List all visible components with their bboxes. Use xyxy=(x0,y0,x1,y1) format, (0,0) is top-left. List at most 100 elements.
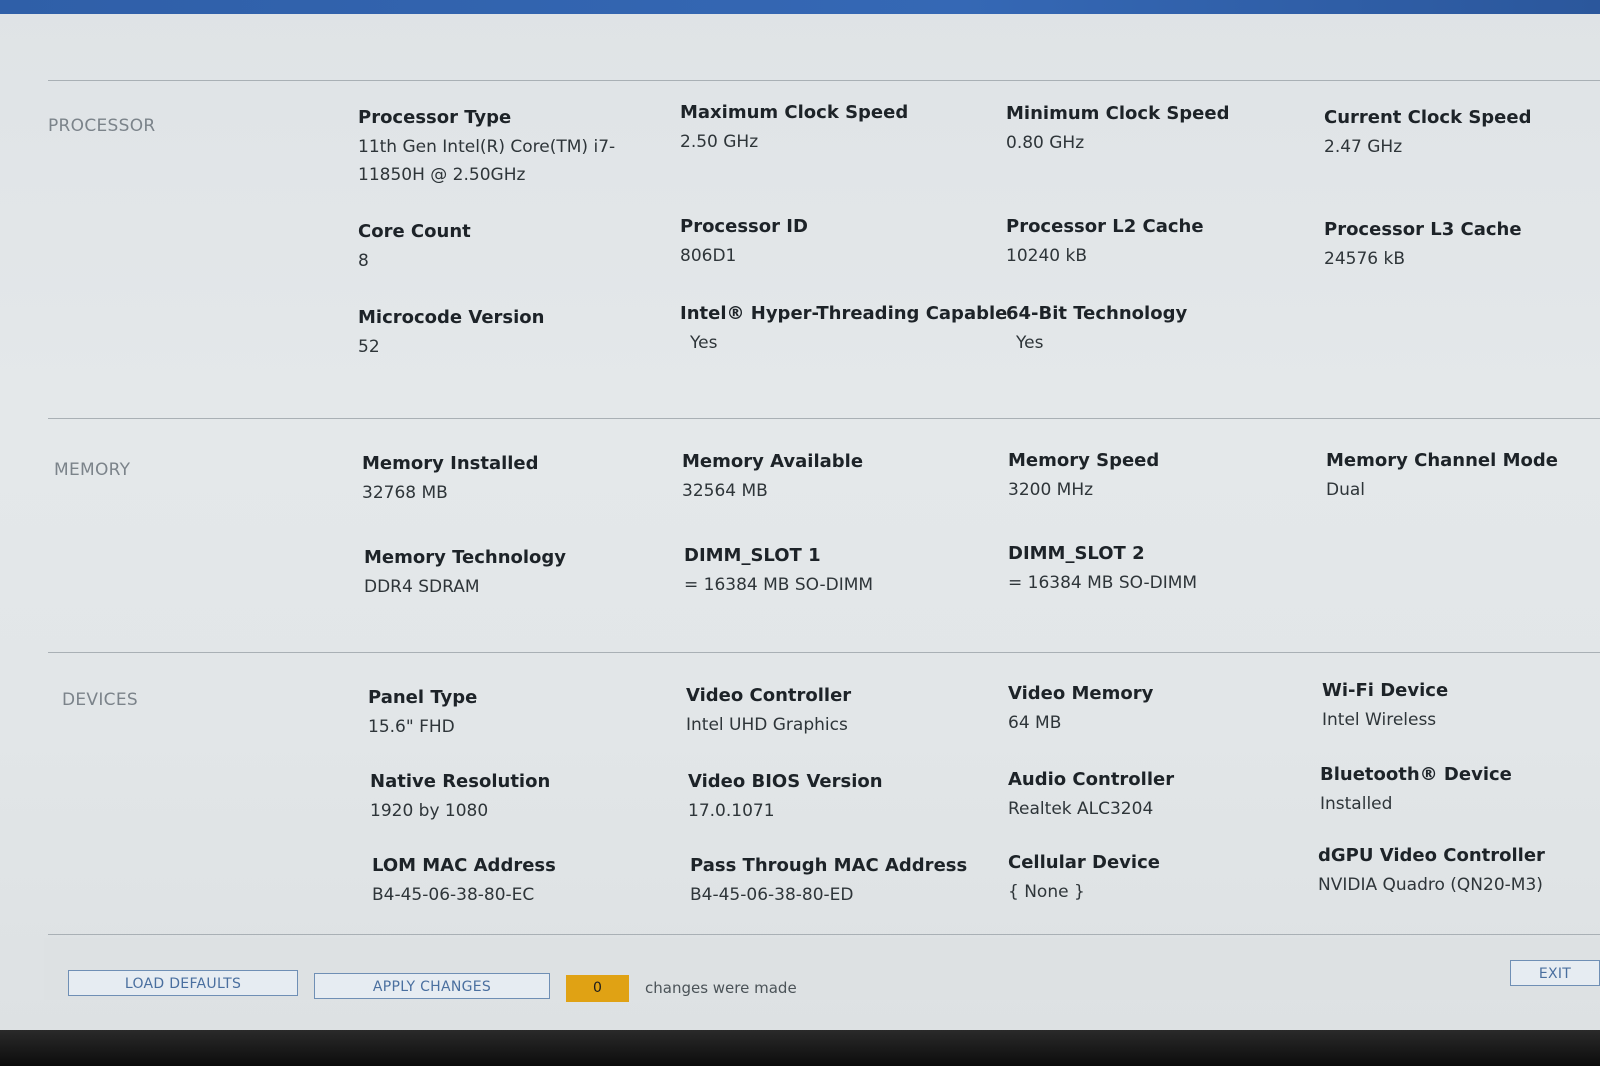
divider xyxy=(48,934,1600,935)
divider xyxy=(48,652,1600,653)
field-value: 8 xyxy=(358,251,369,271)
field-core-count: Core Count 8 xyxy=(358,220,658,275)
field-label: dGPU Video Controller xyxy=(1318,845,1545,866)
field-label: Audio Controller xyxy=(1008,769,1175,790)
field-memory-available: Memory Available 32564 MB xyxy=(682,450,982,505)
field-native-resolution: Native Resolution 1920 by 1080 xyxy=(370,770,670,825)
field-dgpu-controller: dGPU Video Controller NVIDIA Quadro (QN2… xyxy=(1318,844,1600,899)
field-label: Memory Installed xyxy=(362,453,539,474)
field-value: 17.0.1071 xyxy=(688,801,775,821)
field-memory-technology: Memory Technology DDR4 SDRAM xyxy=(364,546,664,601)
field-label: Video Controller xyxy=(686,685,852,706)
field-max-clock: Maximum Clock Speed 2.50 GHz xyxy=(680,101,980,156)
field-label: Processor L3 Cache xyxy=(1324,219,1522,240)
field-value: 64 MB xyxy=(1008,713,1062,733)
field-value: 32564 MB xyxy=(682,481,768,501)
field-label: Current Clock Speed xyxy=(1324,107,1532,128)
section-label-memory: MEMORY xyxy=(54,460,131,480)
field-label: Processor L2 Cache xyxy=(1006,216,1204,237)
divider xyxy=(48,418,1600,419)
section-label-processor: PROCESSOR xyxy=(48,116,156,136)
monitor-bezel xyxy=(0,1030,1600,1066)
field-value: 32768 MB xyxy=(362,483,448,503)
divider xyxy=(48,80,1600,81)
field-audio-controller: Audio Controller Realtek ALC3204 xyxy=(1008,768,1308,823)
changes-count-badge: 0 xyxy=(566,975,629,1002)
field-value: 11th Gen Intel(R) Core(TM) i7-11850H @ 2… xyxy=(358,137,616,185)
field-processor-id: Processor ID 806D1 xyxy=(680,215,980,270)
field-label: Cellular Device xyxy=(1008,852,1160,873)
field-lom-mac: LOM MAC Address B4-45-06-38-80-EC xyxy=(372,854,672,909)
field-value: 10240 kB xyxy=(1006,246,1087,266)
field-label: Core Count xyxy=(358,221,471,242)
field-value: Yes xyxy=(690,333,718,353)
field-value: 2.47 GHz xyxy=(1324,137,1403,157)
load-defaults-button[interactable]: LOAD DEFAULTS xyxy=(68,970,298,996)
field-value: Realtek ALC3204 xyxy=(1008,799,1154,819)
field-label: Memory Available xyxy=(682,451,864,472)
field-value: Dual xyxy=(1326,480,1366,500)
field-label: Memory Speed xyxy=(1008,450,1160,471)
field-value: 0.80 GHz xyxy=(1006,133,1085,153)
field-cellular-device: Cellular Device { None } xyxy=(1008,851,1308,906)
field-memory-channel: Memory Channel Mode Dual xyxy=(1326,449,1600,504)
field-label: Bluetooth® Device xyxy=(1320,764,1512,785)
field-value: NVIDIA Quadro (QN20-M3) xyxy=(1318,875,1543,895)
field-microcode: Microcode Version 52 xyxy=(358,306,658,361)
field-64bit: 64-Bit Technology Yes xyxy=(1006,302,1306,357)
field-value: Installed xyxy=(1320,794,1393,814)
field-bluetooth-device: Bluetooth® Device Installed xyxy=(1320,763,1600,818)
field-memory-speed: Memory Speed 3200 MHz xyxy=(1008,449,1308,504)
field-wifi-device: Wi-Fi Device Intel Wireless xyxy=(1322,679,1600,734)
field-value: = 16384 MB SO-DIMM xyxy=(1008,573,1198,593)
field-value: 15.6" FHD xyxy=(368,717,455,737)
field-label: Panel Type xyxy=(368,687,478,708)
field-label: LOM MAC Address xyxy=(372,855,556,876)
apply-changes-button[interactable]: APPLY CHANGES xyxy=(314,973,550,999)
exit-button[interactable]: EXIT xyxy=(1510,960,1600,986)
field-label: 64-Bit Technology xyxy=(1006,303,1188,324)
field-label: Memory Technology xyxy=(364,547,567,568)
field-value: 2.50 GHz xyxy=(680,132,759,152)
field-value: Intel Wireless xyxy=(1322,710,1437,730)
field-label: Intel® Hyper-Threading Capable xyxy=(680,303,1008,324)
field-value: 3200 MHz xyxy=(1008,480,1094,500)
field-current-clock: Current Clock Speed 2.47 GHz xyxy=(1324,106,1600,161)
field-panel-type: Panel Type 15.6" FHD xyxy=(368,686,668,741)
changes-status-text: changes were made xyxy=(645,979,797,997)
field-value: 1920 by 1080 xyxy=(370,801,489,821)
field-label: Microcode Version xyxy=(358,307,545,328)
field-video-controller: Video Controller Intel UHD Graphics xyxy=(686,684,986,739)
field-label: DIMM_SLOT 1 xyxy=(684,545,821,566)
field-value: 806D1 xyxy=(680,246,737,266)
field-label: Wi-Fi Device xyxy=(1322,680,1449,701)
field-hyper-threading: Intel® Hyper-Threading Capable Yes xyxy=(680,302,1008,357)
field-label: Processor ID xyxy=(680,216,808,237)
field-dimm-slot-1: DIMM_SLOT 1 = 16384 MB SO-DIMM xyxy=(684,544,984,599)
field-processor-type: Processor Type 11th Gen Intel(R) Core(TM… xyxy=(358,106,678,189)
field-l3-cache: Processor L3 Cache 24576 kB xyxy=(1324,218,1600,273)
field-label: Video BIOS Version xyxy=(688,771,883,792)
field-video-bios: Video BIOS Version 17.0.1071 xyxy=(688,770,988,825)
field-dimm-slot-2: DIMM_SLOT 2 = 16384 MB SO-DIMM xyxy=(1008,542,1308,597)
field-value: B4-45-06-38-80-ED xyxy=(690,885,854,905)
field-value: 52 xyxy=(358,337,380,357)
field-label: Pass Through MAC Address xyxy=(690,855,968,876)
field-value: Yes xyxy=(1016,333,1044,353)
field-label: Processor Type xyxy=(358,107,512,128)
field-label: Native Resolution xyxy=(370,771,551,792)
field-label: Video Memory xyxy=(1008,683,1154,704)
field-value: B4-45-06-38-80-EC xyxy=(372,885,535,905)
field-video-memory: Video Memory 64 MB xyxy=(1008,682,1308,737)
field-value: 24576 kB xyxy=(1324,249,1405,269)
field-label: Memory Channel Mode xyxy=(1326,450,1558,471)
field-l2-cache: Processor L2 Cache 10240 kB xyxy=(1006,215,1306,270)
field-value: DDR4 SDRAM xyxy=(364,577,480,597)
field-value: = 16384 MB SO-DIMM xyxy=(684,575,874,595)
bios-system-info-screen: PROCESSOR Processor Type 11th Gen Intel(… xyxy=(0,0,1600,1030)
top-title-bar xyxy=(0,0,1600,14)
field-memory-installed: Memory Installed 32768 MB xyxy=(362,452,662,507)
field-label: Minimum Clock Speed xyxy=(1006,103,1230,124)
section-label-devices: DEVICES xyxy=(62,690,138,710)
field-label: DIMM_SLOT 2 xyxy=(1008,543,1145,564)
